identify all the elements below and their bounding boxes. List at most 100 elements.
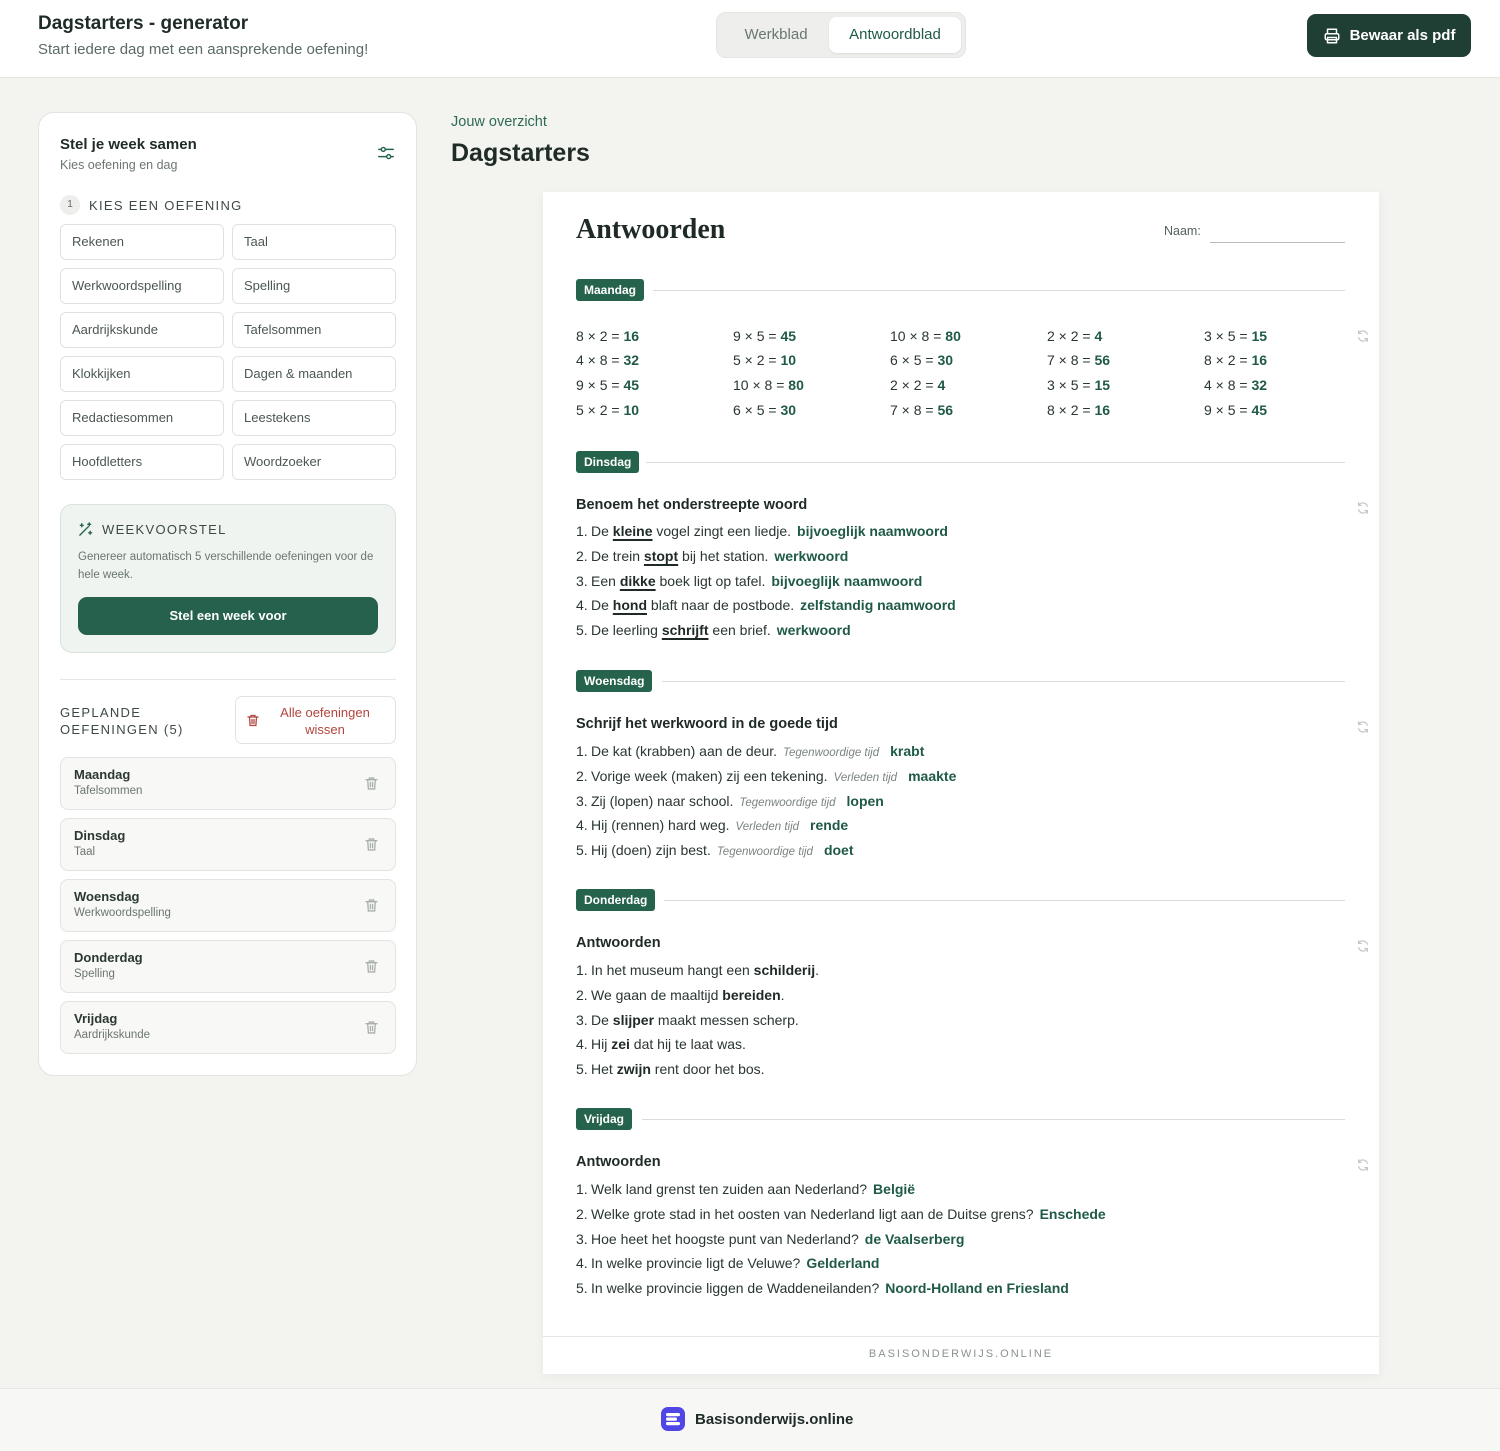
sentence-text: De (591, 597, 613, 614)
sentence-text: De kat (krabben) aan de deur. (591, 743, 778, 759)
question-line: 2. Vorige week (maken) zij een tekening. V… (576, 768, 956, 784)
refresh-icon[interactable] (1356, 501, 1370, 515)
question-line: 2. Welke grote stad in het oosten van Ned… (576, 1206, 1106, 1222)
question-number: 3. (576, 792, 588, 809)
question-text: Hoe heet het hoogste punt van Nederland? (591, 1230, 859, 1247)
underlined-word: kleine (612, 523, 653, 539)
sum-question: 9 × 5 = (576, 377, 624, 393)
tense-hint: Tegenwoordige tijd (783, 747, 880, 759)
sentence-text: Een (591, 572, 620, 589)
exercise-option-klokkijken[interactable]: Klokkijken (60, 356, 224, 392)
step-header: 1 KIES EEN OEFENING (60, 195, 243, 215)
question-number: 2. (576, 1205, 588, 1222)
question-line: 1. Welk land grenst ten zuiden aan Nederl… (576, 1181, 915, 1197)
sentence-text: De (591, 1011, 613, 1028)
sentence-text: blaft naar de postbode. (647, 597, 795, 614)
page-title: Dagstarters (451, 139, 590, 167)
app-title: Dagstarters - generator (38, 13, 249, 34)
delete-icon[interactable] (365, 776, 378, 791)
sentence-text: Hij (doen) zijn best. (591, 842, 711, 859)
question-number: 4. (576, 1255, 588, 1272)
underlined-word: hond (612, 597, 648, 614)
sum-question: 6 × 5 = (733, 402, 781, 418)
exercise-option-redactiesommen[interactable]: Redactiesommen (60, 400, 224, 436)
sum-answer: 56 (1094, 352, 1111, 368)
suggest-week-button[interactable]: Stel een week voor (78, 597, 378, 635)
exercise-option-werkwoordspelling[interactable]: Werkwoordspelling (60, 268, 224, 304)
exercise-option-spelling[interactable]: Spelling (232, 268, 396, 304)
brand-logo-icon (661, 1407, 685, 1431)
printer-icon (1324, 28, 1340, 43)
question-title: Benoem het onderstreepte woord (576, 497, 808, 513)
planned-item-maandag[interactable]: Maandag Tafelsommen (60, 757, 396, 810)
sum-answer: 10 (780, 352, 797, 368)
sum-answer: 45 (1251, 402, 1268, 418)
sum-answer: 16 (1251, 352, 1268, 368)
save-pdf-button[interactable]: Bewaar als pdf (1307, 14, 1471, 57)
planned-item-woensdag[interactable]: Woensdag Werkwoordspelling (60, 879, 396, 932)
day-rule (653, 290, 1345, 291)
clear-all-button[interactable]: Alle oefeningen wissen (235, 696, 396, 744)
question-line: 5. Het zwijn rent door het bos. (576, 1061, 765, 1077)
planned-exercise: Spelling (74, 968, 115, 980)
magic-wand-icon (79, 522, 93, 536)
sentence-text: . (815, 962, 820, 978)
exercise-option-dagen-maanden[interactable]: Dagen & maanden (232, 356, 396, 392)
math-sum: 5 × 2 = 10 (733, 352, 796, 368)
math-sum: 8 × 2 = 16 (576, 328, 639, 344)
planned-day: Donderdag (74, 950, 143, 965)
exercise-option-taal[interactable]: Taal (232, 224, 396, 260)
math-sum: 6 × 5 = 30 (890, 352, 953, 368)
question-text: In welke provincie ligt de Veluwe? (591, 1255, 801, 1272)
day-rule (664, 900, 1345, 901)
tense-hint: Verleden tijd (735, 821, 800, 834)
day-badge-vrijdag: Vrijdag (576, 1108, 633, 1130)
exercise-option-leestekens[interactable]: Leestekens (232, 400, 396, 436)
refresh-icon[interactable] (1356, 329, 1370, 343)
planned-item-donderdag[interactable]: Donderdag Spelling (60, 940, 396, 993)
day-rule (662, 681, 1345, 682)
refresh-icon[interactable] (1356, 720, 1370, 734)
exercise-option-woordzoeker[interactable]: Woordzoeker (232, 444, 396, 480)
planned-item-vrijdag[interactable]: Vrijdag Aardrijkskunde (60, 1001, 396, 1054)
sidebar-divider (60, 679, 396, 680)
exercise-option-hoofdletters[interactable]: Hoofdletters (60, 444, 224, 480)
exercise-option-aardrijkskunde[interactable]: Aardrijkskunde (60, 312, 224, 348)
refresh-icon[interactable] (1356, 939, 1370, 953)
delete-icon[interactable] (365, 959, 378, 974)
question-line: 4. In welke provincie ligt de Veluwe? Geld… (576, 1255, 879, 1271)
tab-werkblad[interactable]: Werkblad (723, 17, 829, 53)
sentence-text: dat hij te laat was. (629, 1036, 746, 1053)
exercise-option-tafelsommen[interactable]: Tafelsommen (232, 312, 396, 348)
sidebar-title: Stel je week samen (60, 136, 197, 153)
sum-question: 8 × 2 = (1047, 402, 1095, 418)
brand[interactable]: Basisonderwijs.online (660, 1406, 853, 1432)
math-sum: 10 × 8 = 80 (733, 377, 804, 393)
sentence-text: Hij (591, 1036, 612, 1053)
refresh-icon[interactable] (1356, 1158, 1370, 1172)
delete-icon[interactable] (365, 1020, 378, 1035)
tab-antwoordblad[interactable]: Antwoordblad (829, 17, 961, 53)
sum-answer: 16 (623, 328, 640, 344)
answer: werkwoord (774, 547, 849, 564)
sentence-text: De trein (591, 547, 644, 564)
view-toggle: Werkblad Antwoordblad (716, 12, 966, 58)
question-text: In welke provincie liggen de Waddeneilan… (591, 1280, 880, 1297)
planned-day: Woensdag (74, 889, 140, 904)
name-line (1210, 242, 1345, 243)
tense-hint: Tegenwoordige tijd (716, 846, 813, 859)
delete-icon[interactable] (365, 837, 378, 852)
exercise-option-rekenen[interactable]: Rekenen (60, 224, 224, 260)
planned-day: Dinsdag (74, 828, 126, 843)
sum-question: 4 × 8 = (576, 352, 624, 368)
sentence-text: Vorige week (maken) zij een tekening. (591, 767, 828, 784)
sentence-text: een brief. (708, 622, 771, 639)
planned-item-dinsdag[interactable]: Dinsdag Taal (60, 818, 396, 871)
planned-day: Vrijdag (74, 1011, 118, 1026)
delete-icon[interactable] (365, 898, 378, 913)
sum-question: 4 × 8 = (1204, 377, 1252, 393)
tense-hint: Verleden tijd (833, 771, 898, 784)
answer: bijvoeglijk naamwoord (797, 523, 948, 539)
sum-answer: 30 (780, 402, 797, 418)
filter-icon[interactable] (377, 144, 395, 162)
